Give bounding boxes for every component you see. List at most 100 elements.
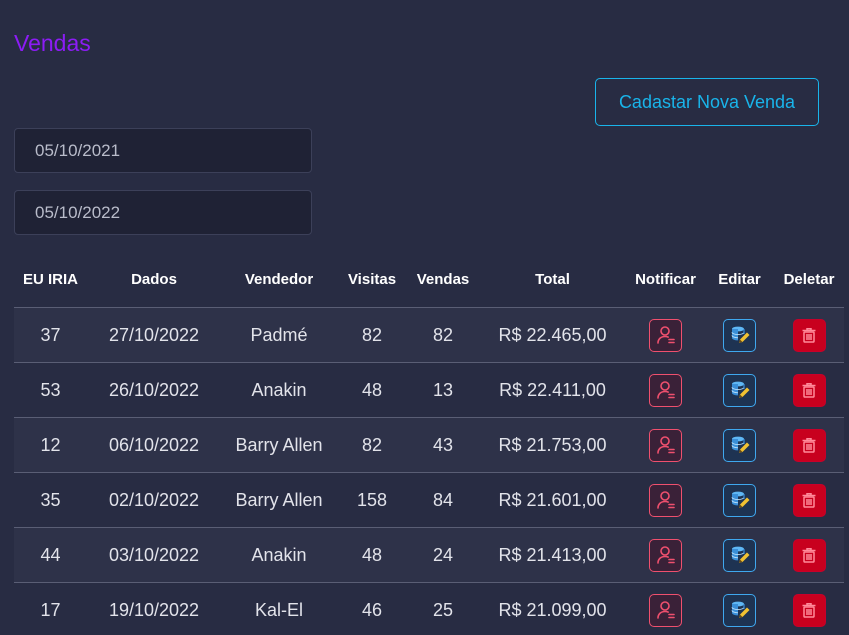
notify-button[interactable] — [649, 373, 682, 407]
edit-button[interactable] — [723, 483, 756, 517]
cell-id: 12 — [14, 417, 87, 473]
cell-notify — [626, 527, 705, 583]
cell-notify — [626, 362, 705, 418]
edit-button[interactable] — [723, 593, 756, 627]
notify-button[interactable] — [649, 483, 682, 517]
column-header-visits: Visitas — [337, 252, 407, 308]
user-notify-icon — [656, 491, 675, 509]
database-edit-icon — [731, 601, 749, 618]
cell-delete — [774, 307, 844, 363]
delete-button[interactable] — [792, 593, 826, 627]
cell-visits: 158 — [337, 472, 407, 528]
user-notify-icon — [656, 546, 675, 564]
cell-notify — [626, 472, 705, 528]
table-row: 35 02/10/2022 Barry Allen 158 84 R$ 21.6… — [14, 472, 844, 528]
cell-id: 17 — [14, 582, 87, 635]
cell-seller: Padmé — [221, 307, 337, 363]
trash-icon — [802, 493, 816, 508]
user-notify-icon — [656, 326, 675, 344]
cell-id: 44 — [14, 527, 87, 583]
edit-button[interactable] — [723, 428, 756, 462]
notify-button[interactable] — [649, 428, 682, 462]
column-header-sales: Vendas — [407, 252, 479, 308]
cell-date: 19/10/2022 — [87, 582, 221, 635]
table-row: 53 26/10/2022 Anakin 48 13 R$ 22.411,00 — [14, 362, 844, 418]
cell-edit — [705, 362, 774, 418]
cell-delete — [774, 362, 844, 418]
database-edit-icon — [731, 546, 749, 563]
cell-date: 26/10/2022 — [87, 362, 221, 418]
cell-id: 35 — [14, 472, 87, 528]
delete-button[interactable] — [792, 373, 826, 407]
cell-edit — [705, 527, 774, 583]
database-edit-icon — [731, 436, 749, 453]
cell-visits: 82 — [337, 417, 407, 473]
cell-visits: 46 — [337, 582, 407, 635]
trash-icon — [802, 383, 816, 398]
column-header-total: Total — [479, 252, 626, 308]
page-title: Vendas — [14, 30, 91, 56]
notify-button[interactable] — [649, 538, 682, 572]
cell-delete — [774, 472, 844, 528]
delete-button[interactable] — [792, 483, 826, 517]
cell-date: 02/10/2022 — [87, 472, 221, 528]
user-notify-icon — [656, 601, 675, 619]
cell-total: R$ 21.099,00 — [479, 582, 626, 635]
cell-id: 53 — [14, 362, 87, 418]
database-edit-icon — [731, 381, 749, 398]
sales-page: Vendas Cadastar Nova Venda EU IRIA Dados… — [0, 0, 849, 635]
cell-seller: Kal-El — [221, 582, 337, 635]
edit-button[interactable] — [723, 538, 756, 572]
user-notify-icon — [656, 436, 675, 454]
sales-table-body: 37 27/10/2022 Padmé 82 82 R$ 22.465,00 5… — [14, 307, 844, 635]
table-header-row: EU IRIA Dados Vendedor Visitas Vendas To… — [14, 252, 844, 308]
cell-visits: 82 — [337, 307, 407, 363]
cell-date: 27/10/2022 — [87, 307, 221, 363]
cell-visits: 48 — [337, 527, 407, 583]
cell-sales: 25 — [407, 582, 479, 635]
cell-visits: 48 — [337, 362, 407, 418]
column-header-date: Dados — [87, 252, 221, 308]
cell-delete — [774, 582, 844, 635]
cell-total: R$ 22.465,00 — [479, 307, 626, 363]
cell-seller: Barry Allen — [221, 417, 337, 473]
column-header-seller: Vendedor — [221, 252, 337, 308]
delete-button[interactable] — [792, 428, 826, 462]
table-row: 17 19/10/2022 Kal-El 46 25 R$ 21.099,00 — [14, 582, 844, 635]
delete-button[interactable] — [792, 538, 826, 572]
end-date-input[interactable] — [14, 190, 312, 235]
notify-button[interactable] — [649, 318, 682, 352]
cell-sales: 84 — [407, 472, 479, 528]
cell-edit — [705, 472, 774, 528]
trash-icon — [802, 328, 816, 343]
cell-date: 06/10/2022 — [87, 417, 221, 473]
cell-sales: 43 — [407, 417, 479, 473]
cell-notify — [626, 417, 705, 473]
trash-icon — [802, 438, 816, 453]
cell-id: 37 — [14, 307, 87, 363]
delete-button[interactable] — [792, 318, 826, 352]
cell-sales: 13 — [407, 362, 479, 418]
cell-notify — [626, 582, 705, 635]
cell-edit — [705, 417, 774, 473]
trash-icon — [802, 603, 816, 618]
notify-button[interactable] — [649, 593, 682, 627]
cell-sales: 82 — [407, 307, 479, 363]
table-row: 12 06/10/2022 Barry Allen 82 43 R$ 21.75… — [14, 417, 844, 473]
new-sale-button[interactable]: Cadastar Nova Venda — [595, 78, 819, 126]
table-row: 44 03/10/2022 Anakin 48 24 R$ 21.413,00 — [14, 527, 844, 583]
start-date-input[interactable] — [14, 128, 312, 173]
user-notify-icon — [656, 381, 675, 399]
edit-button[interactable] — [723, 318, 756, 352]
trash-icon — [802, 548, 816, 563]
cell-edit — [705, 582, 774, 635]
edit-button[interactable] — [723, 373, 756, 407]
cell-total: R$ 21.413,00 — [479, 527, 626, 583]
cell-sales: 24 — [407, 527, 479, 583]
cell-delete — [774, 417, 844, 473]
cell-total: R$ 21.601,00 — [479, 472, 626, 528]
cell-seller: Anakin — [221, 362, 337, 418]
column-header-id: EU IRIA — [14, 252, 87, 308]
database-edit-icon — [731, 326, 749, 343]
column-header-delete: Deletar — [774, 252, 844, 308]
